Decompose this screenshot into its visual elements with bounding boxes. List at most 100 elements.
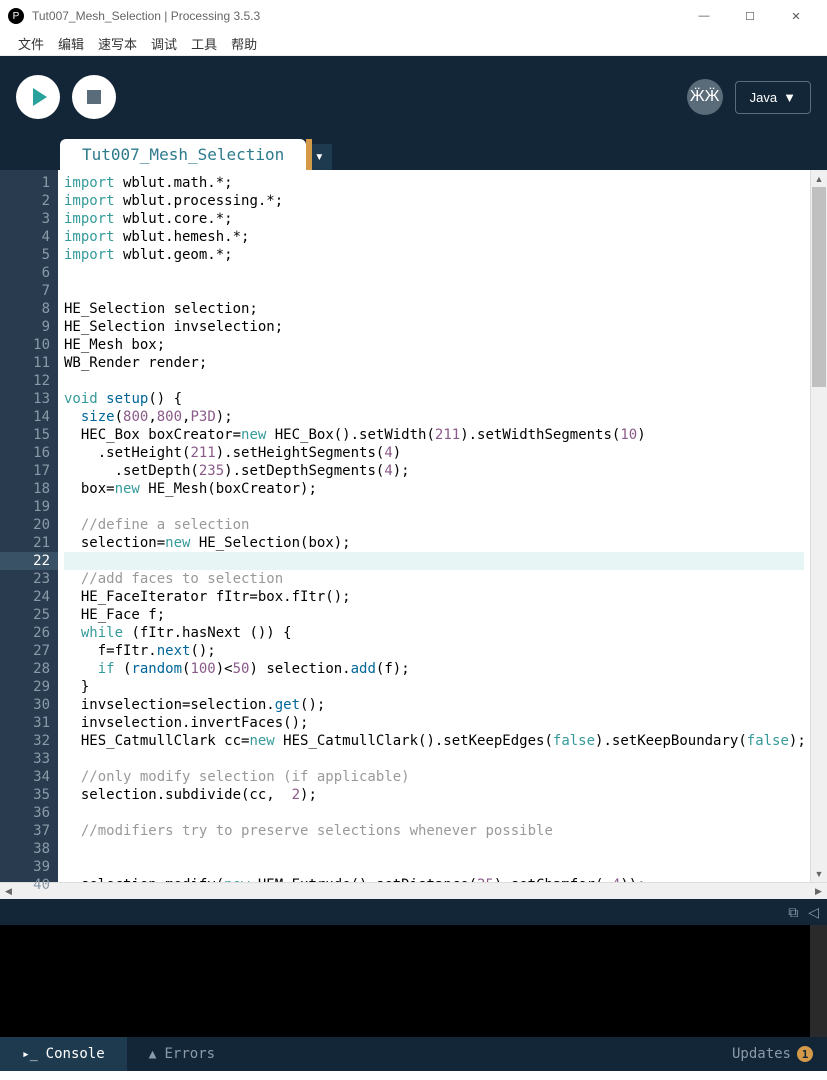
scroll-down-arrow[interactable]: ▼	[811, 865, 827, 882]
code-line[interactable]: HE_Mesh box;	[64, 336, 804, 354]
menu-sketch[interactable]: 速写本	[92, 32, 143, 55]
tab-bar: Tut007_Mesh_Selection ▼	[0, 138, 827, 170]
menu-edit[interactable]: 编辑	[52, 32, 90, 55]
line-number: 17	[0, 462, 58, 480]
menu-tools[interactable]: 工具	[185, 32, 223, 55]
code-line[interactable]	[64, 804, 804, 822]
code-line[interactable]: size(800,800,P3D);	[64, 408, 804, 426]
line-number: 27	[0, 642, 58, 660]
code-line[interactable]: //add faces to selection	[64, 570, 804, 588]
code-line[interactable]: HE_Selection selection;	[64, 300, 804, 318]
code-line[interactable]: HE_Face f;	[64, 606, 804, 624]
code-line[interactable]: HES_CatmullClark cc=new HES_CatmullClark…	[64, 732, 804, 750]
tab-sketch[interactable]: Tut007_Mesh_Selection	[60, 139, 306, 170]
line-number: 13	[0, 390, 58, 408]
line-number: 33	[0, 750, 58, 768]
stop-icon	[87, 90, 101, 104]
debug-button[interactable]: ӜӜ	[687, 79, 723, 115]
code-line[interactable]: import wblut.processing.*;	[64, 192, 804, 210]
code-line[interactable]: box=new HE_Mesh(boxCreator);	[64, 480, 804, 498]
collapse-icon[interactable]: ◁	[808, 904, 819, 921]
mode-select[interactable]: Java ▼	[735, 81, 811, 114]
code-line[interactable]	[64, 264, 804, 282]
console-scrollbar[interactable]	[810, 925, 827, 1037]
code-line[interactable]	[64, 372, 804, 390]
maximize-button[interactable]: ☐	[727, 0, 773, 32]
app-icon: P	[8, 8, 24, 24]
line-number: 8	[0, 300, 58, 318]
line-number: 4	[0, 228, 58, 246]
line-number: 6	[0, 264, 58, 282]
code-line[interactable]: //only modify selection (if applicable)	[64, 768, 804, 786]
code-line[interactable]: //define a selection	[64, 516, 804, 534]
code-line[interactable]: void setup() {	[64, 390, 804, 408]
code-area[interactable]: import wblut.math.*;import wblut.process…	[58, 170, 810, 882]
horizontal-scrollbar[interactable]: ◀ ▶	[0, 882, 827, 899]
code-line[interactable]: //modifiers try to preserve selections w…	[64, 822, 804, 840]
line-number: 29	[0, 678, 58, 696]
line-number: 37	[0, 822, 58, 840]
menu-help[interactable]: 帮助	[225, 32, 263, 55]
code-line[interactable]	[64, 750, 804, 768]
code-line[interactable]	[64, 282, 804, 300]
code-line[interactable]: HE_FaceIterator fItr=box.fItr();	[64, 588, 804, 606]
code-line[interactable]	[64, 840, 804, 858]
copy-icon[interactable]: ⧉	[788, 904, 798, 921]
window-title: Tut007_Mesh_Selection | Processing 3.5.3	[32, 9, 681, 23]
line-number: 24	[0, 588, 58, 606]
code-line[interactable]	[64, 552, 804, 570]
code-line[interactable]: invselection.invertFaces();	[64, 714, 804, 732]
updates-indicator[interactable]: Updates 1	[718, 1037, 827, 1071]
line-number: 18	[0, 480, 58, 498]
line-gutter: 1234567891011121314151617181920212223242…	[0, 170, 58, 882]
line-number: 9	[0, 318, 58, 336]
console-output[interactable]	[0, 925, 827, 1037]
code-line[interactable]: import wblut.core.*;	[64, 210, 804, 228]
code-line[interactable]: HE_Selection invselection;	[64, 318, 804, 336]
code-line[interactable]: }	[64, 678, 804, 696]
titlebar: P Tut007_Mesh_Selection | Processing 3.5…	[0, 0, 827, 32]
tab-console[interactable]: ▸_ Console	[0, 1037, 127, 1071]
menu-file[interactable]: 文件	[12, 32, 50, 55]
code-line[interactable]: f=fItr.next();	[64, 642, 804, 660]
code-line[interactable]: selection=new HE_Selection(box);	[64, 534, 804, 552]
close-button[interactable]: ✕	[773, 0, 819, 32]
scroll-thumb[interactable]	[812, 187, 826, 387]
code-line[interactable]	[64, 858, 804, 876]
vertical-scrollbar[interactable]: ▲ ▼	[810, 170, 827, 882]
line-number: 30	[0, 696, 58, 714]
line-number: 14	[0, 408, 58, 426]
code-line[interactable]: selection.subdivide(cc, 2);	[64, 786, 804, 804]
line-number: 36	[0, 804, 58, 822]
tab-errors[interactable]: ▲ Errors	[127, 1037, 237, 1071]
menubar: 文件 编辑 速写本 调试 工具 帮助	[0, 32, 827, 56]
line-number: 5	[0, 246, 58, 264]
scroll-up-arrow[interactable]: ▲	[811, 170, 827, 187]
code-line[interactable]: if (random(100)<50) selection.add(f);	[64, 660, 804, 678]
code-line[interactable]: selection.modify(new HEM_Extrude().setDi…	[64, 876, 804, 882]
run-button[interactable]	[16, 75, 60, 119]
bottom-tabs: ▸_ Console ▲ Errors Updates 1	[0, 1037, 827, 1071]
code-line[interactable]: .setHeight(211).setHeightSegments(4)	[64, 444, 804, 462]
line-number: 35	[0, 786, 58, 804]
scroll-right-arrow[interactable]: ▶	[810, 886, 827, 897]
code-line[interactable]: while (fItr.hasNext ()) {	[64, 624, 804, 642]
console-icon: ▸_	[22, 1047, 38, 1062]
line-number: 19	[0, 498, 58, 516]
stop-button[interactable]	[72, 75, 116, 119]
code-line[interactable]: .setDepth(235).setDepthSegments(4);	[64, 462, 804, 480]
code-line[interactable]: invselection=selection.get();	[64, 696, 804, 714]
line-number: 12	[0, 372, 58, 390]
butterfly-icon: ӜӜ	[690, 88, 720, 106]
code-line[interactable]: import wblut.math.*;	[64, 174, 804, 192]
code-line[interactable]	[64, 498, 804, 516]
code-line[interactable]: import wblut.hemesh.*;	[64, 228, 804, 246]
warning-icon: ▲	[149, 1047, 157, 1062]
toolbar: ӜӜ Java ▼	[0, 56, 827, 138]
menu-debug[interactable]: 调试	[145, 32, 183, 55]
code-line[interactable]: WB_Render render;	[64, 354, 804, 372]
minimize-button[interactable]: —	[681, 0, 727, 32]
code-line[interactable]: import wblut.geom.*;	[64, 246, 804, 264]
line-number: 7	[0, 282, 58, 300]
code-line[interactable]: HEC_Box boxCreator=new HEC_Box().setWidt…	[64, 426, 804, 444]
